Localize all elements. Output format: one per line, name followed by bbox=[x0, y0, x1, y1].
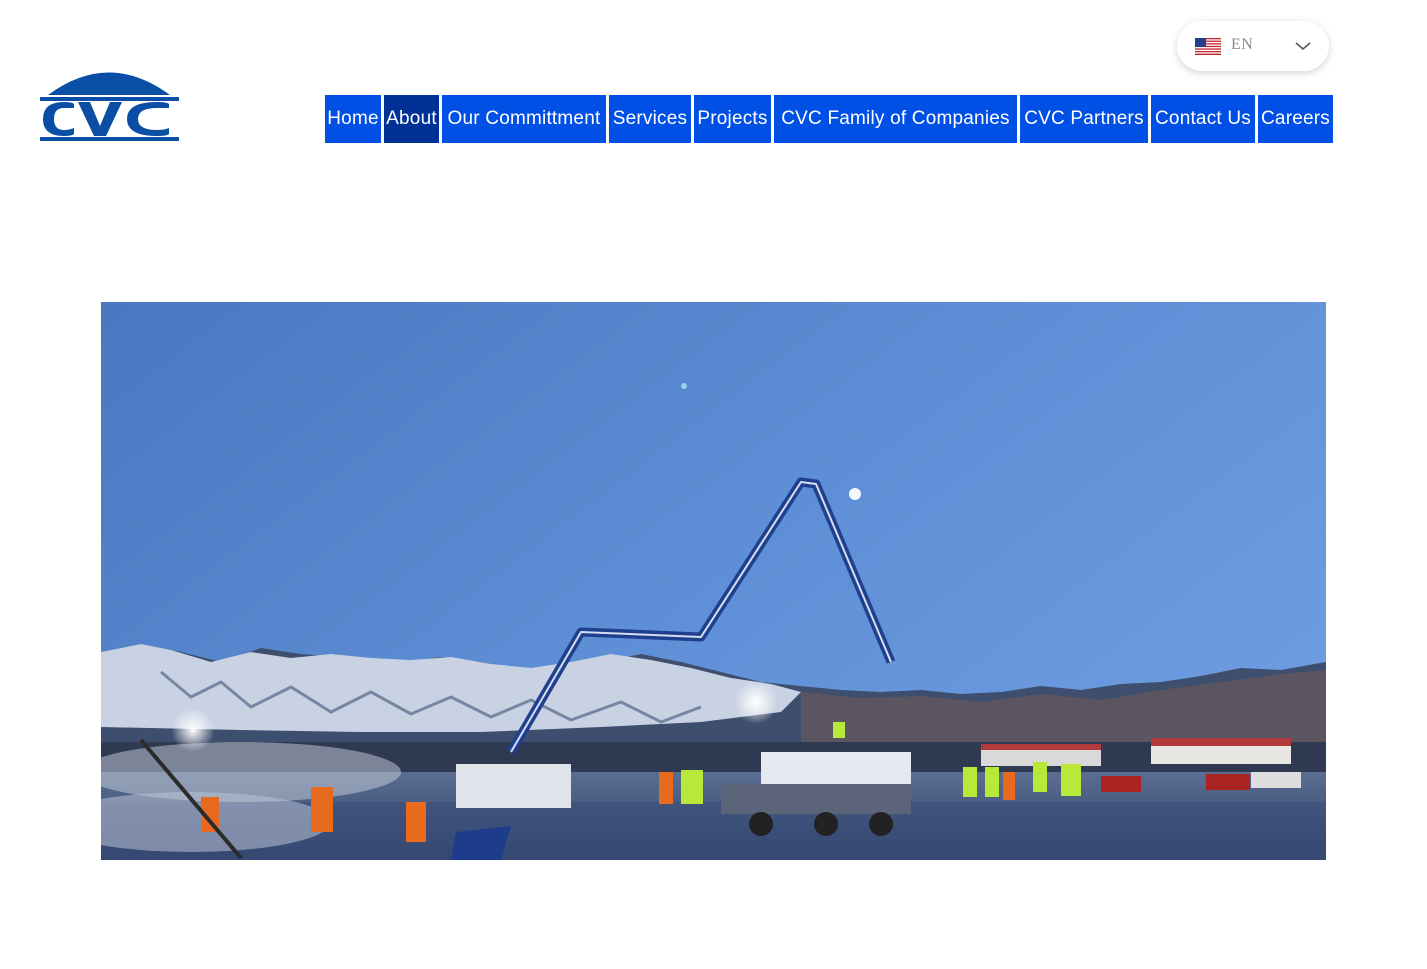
us-flag-icon bbox=[1195, 38, 1221, 55]
main-nav: Home About Our Committment Services Proj… bbox=[325, 95, 1333, 143]
language-selector[interactable]: EN bbox=[1177, 21, 1329, 71]
page: EN Home About Our Committment Services P… bbox=[0, 0, 1427, 969]
nav-item-about[interactable]: About bbox=[384, 95, 439, 143]
nav-item-cvc-partners[interactable]: CVC Partners bbox=[1020, 95, 1148, 143]
nav-item-careers[interactable]: Careers bbox=[1258, 95, 1333, 143]
nav-item-services[interactable]: Services bbox=[609, 95, 691, 143]
nav-item-home[interactable]: Home bbox=[325, 95, 381, 143]
chevron-down-icon[interactable] bbox=[1294, 39, 1312, 51]
language-code: EN bbox=[1231, 36, 1254, 53]
nav-item-contact-us[interactable]: Contact Us bbox=[1151, 95, 1255, 143]
company-logo[interactable] bbox=[38, 62, 181, 142]
nav-item-projects[interactable]: Projects bbox=[694, 95, 771, 143]
hero-image bbox=[101, 302, 1326, 860]
nav-item-cvc-family-of-companies[interactable]: CVC Family of Companies bbox=[774, 95, 1017, 143]
nav-item-our-committment[interactable]: Our Committment bbox=[442, 95, 606, 143]
